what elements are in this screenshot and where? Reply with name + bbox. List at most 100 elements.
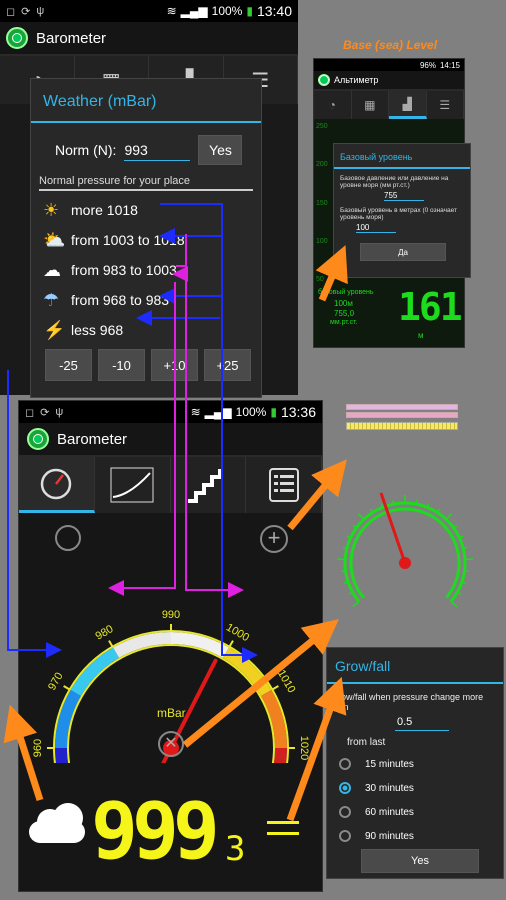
wifi-icon: ≋ bbox=[166, 4, 177, 18]
battery-icon: ▮ bbox=[246, 4, 253, 18]
weather-item: ☁ from 983 to 1003 bbox=[31, 255, 261, 285]
dialog-subtitle: Normal pressure for your place bbox=[39, 175, 253, 191]
height-input[interactable]: 100 bbox=[356, 223, 396, 233]
norm-label: Norm (N): bbox=[55, 142, 117, 158]
adjust-button[interactable]: +10 bbox=[151, 349, 198, 381]
cloud-icon bbox=[27, 799, 87, 847]
alt-tab-list[interactable]: ☰ bbox=[426, 91, 464, 119]
sun-icon: ☀ bbox=[43, 199, 60, 220]
main-wifi-icon: ≋ bbox=[190, 405, 201, 419]
radio-button[interactable] bbox=[339, 830, 351, 842]
gauge-tick-label: 970 bbox=[46, 671, 66, 693]
main-title-bar: Barometer bbox=[19, 423, 322, 457]
storm-icon: ⚡ bbox=[43, 319, 66, 340]
growfall-title: Grow/fall bbox=[327, 648, 503, 684]
alt-base-p: 755,0 bbox=[334, 309, 355, 318]
alt-tab-gauge[interactable]: ◔ bbox=[314, 91, 352, 119]
yes-button[interactable]: Yes bbox=[198, 135, 243, 165]
weather-item-label: from 983 to 1003 bbox=[71, 262, 177, 278]
alt-axis-label: 100 bbox=[316, 237, 328, 245]
main-status-bar: ◻ ⟳ ψ ≋ ▂▄▆ 100% ▮ 13:36 bbox=[19, 401, 322, 423]
main-battery-text: 100% bbox=[235, 405, 267, 419]
main-tab-bar bbox=[19, 457, 322, 513]
main-tab-gauge[interactable] bbox=[19, 457, 95, 513]
norm-input[interactable]: 993 bbox=[124, 140, 191, 161]
status-time: 13:40 bbox=[256, 3, 292, 19]
main-tab-list[interactable] bbox=[246, 457, 322, 513]
green-gauge-tick bbox=[341, 570, 346, 573]
growfall-option-label: 30 minutes bbox=[365, 782, 414, 794]
gauge-tick bbox=[63, 685, 71, 691]
rain-icon: ☂ bbox=[43, 289, 60, 310]
battery-text: 100% bbox=[211, 4, 243, 18]
weather-item: ☂ from 968 to 983 bbox=[31, 285, 261, 315]
add-button[interactable]: + bbox=[260, 525, 288, 553]
back-status-bar: ◻ ⟳ ψ ≋ ▂▄▆ 100% ▮ 13:40 bbox=[0, 0, 298, 22]
threshold-input[interactable]: 0.5 bbox=[395, 714, 449, 731]
green-gauge-tick bbox=[342, 546, 348, 550]
radio-button[interactable] bbox=[339, 782, 351, 794]
weather-circle-button[interactable] bbox=[55, 525, 81, 551]
app-logo-icon bbox=[6, 27, 28, 49]
growfall-option[interactable]: 15 minutes bbox=[327, 752, 503, 776]
alt-tab-chart[interactable]: ▦ bbox=[351, 91, 389, 119]
base-dialog-title: Базовый уровень bbox=[334, 144, 470, 169]
weather-item-label: more 1018 bbox=[71, 202, 138, 218]
partly-cloudy-icon: ⛅ bbox=[43, 229, 66, 250]
trend-equal-icon bbox=[267, 821, 299, 835]
weather-item-label: from 968 to 983 bbox=[71, 292, 170, 308]
main-notification-icons: ◻ ⟳ ψ bbox=[25, 405, 64, 419]
adjust-button[interactable]: -25 bbox=[45, 349, 92, 381]
gauge-tick-label: 980 bbox=[94, 623, 116, 643]
reset-button[interactable]: ✕ bbox=[158, 731, 184, 757]
radio-button[interactable] bbox=[339, 806, 351, 818]
alt-base-label: базовый уровень bbox=[318, 289, 374, 296]
gauge-tick-label: 990 bbox=[162, 609, 180, 621]
alt-tab-steps[interactable]: ▟ bbox=[389, 91, 427, 119]
weather-list: ☀ more 1018 ⛅ from 1003 to 1018 ☁ from 983 to… bbox=[31, 195, 261, 345]
alt-axis-label: 50 bbox=[316, 276, 324, 283]
alt-axis-label: 250 bbox=[316, 123, 328, 130]
growfall-options: 15 minutes 30 minutes 60 minutes 90 minutes bbox=[327, 752, 503, 848]
green-gauge-tick bbox=[357, 513, 365, 520]
alt-axis-label: 150 bbox=[316, 199, 328, 207]
alt-axis: 250 200 150 100 50 bbox=[316, 123, 328, 283]
from-last-label: from last bbox=[347, 737, 386, 748]
green-gauge-tick bbox=[450, 600, 458, 608]
green-gauge-hub bbox=[399, 557, 411, 569]
green-gauge bbox=[337, 492, 473, 608]
notification-icons: ◻ ⟳ ψ bbox=[6, 4, 45, 18]
adjust-button[interactable]: +25 bbox=[204, 349, 251, 381]
gauge-tick-label: 1020 bbox=[298, 736, 310, 760]
growfall-option-label: 60 minutes bbox=[365, 806, 414, 818]
growfall-option[interactable]: 30 minutes bbox=[327, 776, 503, 800]
adjust-button[interactable]: -10 bbox=[98, 349, 145, 381]
main-tab-chart[interactable] bbox=[94, 457, 171, 513]
radio-button[interactable] bbox=[339, 758, 351, 770]
green-gauge-tick bbox=[415, 499, 418, 505]
base-ok-button[interactable]: Да bbox=[360, 243, 446, 261]
alt-digital-display: 161 bbox=[398, 285, 463, 329]
weather-dialog: Weather (mBar) Norm (N): 993 Yes Normal … bbox=[30, 78, 262, 398]
green-gauge-tick bbox=[462, 546, 468, 550]
gauge-unit: mBar bbox=[157, 706, 186, 720]
main-phone: ◻⟳ψ ≋ ▂▄▆ 100% ▮ 13:36 Barometer 9509609… bbox=[18, 400, 323, 892]
adjust-buttons: -25 -10 +10 +25 bbox=[45, 349, 251, 381]
dialog-title: Weather (mBar) bbox=[31, 79, 261, 123]
main-tab-steps[interactable] bbox=[170, 457, 247, 513]
growfall-option-label: 15 minutes bbox=[365, 758, 414, 770]
main-app-title: Barometer bbox=[57, 430, 128, 448]
chart-tab-icon bbox=[110, 467, 154, 503]
growfall-yes-button[interactable]: Yes bbox=[361, 849, 479, 873]
alt-app-title: Альтиметр bbox=[334, 75, 379, 85]
growfall-option[interactable]: 60 minutes bbox=[327, 800, 503, 824]
green-gauge-tick bbox=[352, 600, 360, 608]
norm-row: Norm (N): 993 Yes bbox=[31, 123, 261, 165]
growfall-option[interactable]: 90 minutes bbox=[327, 824, 503, 848]
green-gauge-tick bbox=[445, 513, 453, 520]
gauge-tick bbox=[271, 685, 279, 691]
pressure-input[interactable]: 755 bbox=[384, 191, 424, 201]
gauge-tick-label: 960 bbox=[32, 739, 44, 757]
app-title: Barometer bbox=[36, 29, 107, 47]
main-app-logo-icon bbox=[27, 428, 49, 450]
